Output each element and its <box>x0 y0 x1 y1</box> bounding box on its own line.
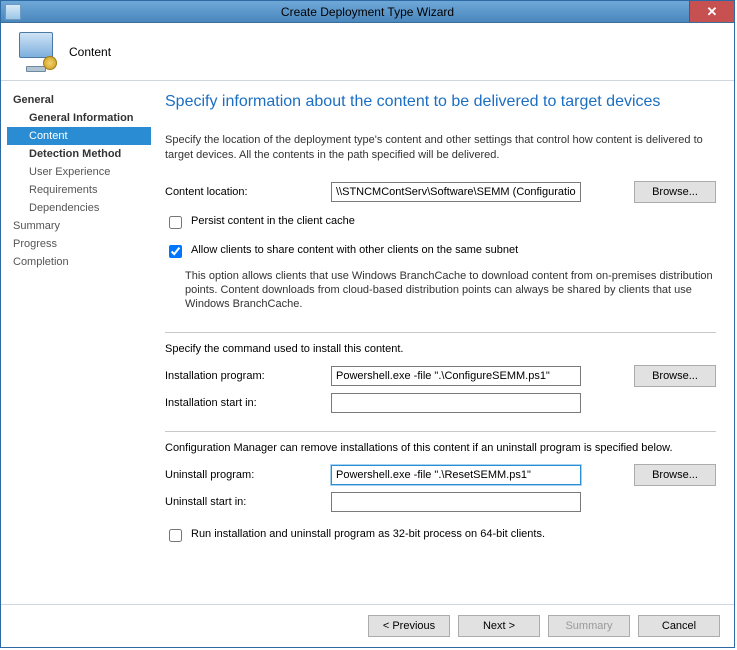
persist-content-checkbox[interactable]: Persist content in the client cache <box>165 215 716 232</box>
uninstall-start-label: Uninstall start in: <box>165 496 325 508</box>
page-heading: Specify information about the content to… <box>165 93 716 111</box>
cancel-button[interactable]: Cancel <box>638 615 720 637</box>
previous-button[interactable]: < Previous <box>368 615 450 637</box>
install-program-input[interactable] <box>331 366 581 386</box>
page-intro: Specify the location of the deployment t… <box>165 133 716 163</box>
install-section-intro: Specify the command used to install this… <box>165 343 716 355</box>
uninstall-start-input[interactable] <box>331 492 581 512</box>
uninstall-program-label: Uninstall program: <box>165 469 325 481</box>
allow-share-input[interactable] <box>169 245 182 258</box>
wizard-sidebar: GeneralGeneral InformationContentDetecti… <box>1 81 151 604</box>
wizard-window: Create Deployment Type Wizard ✕ Content … <box>0 0 735 648</box>
sidebar-item-general[interactable]: General <box>7 91 151 109</box>
sidebar-item-user-experience[interactable]: User Experience <box>7 163 151 181</box>
install-start-input[interactable] <box>331 393 581 413</box>
wizard-header: Content <box>1 23 734 81</box>
allow-share-label: Allow clients to share content with othe… <box>191 244 518 256</box>
allow-share-checkbox[interactable]: Allow clients to share content with othe… <box>165 244 716 261</box>
branchcache-note: This option allows clients that use Wind… <box>185 269 716 312</box>
divider-2 <box>165 431 716 432</box>
sidebar-item-completion[interactable]: Completion <box>7 253 151 271</box>
uninstall-section-intro: Configuration Manager can remove install… <box>165 442 716 454</box>
step-title: Content <box>69 45 111 59</box>
sidebar-item-dependencies[interactable]: Dependencies <box>7 199 151 217</box>
next-button[interactable]: Next > <box>458 615 540 637</box>
browse-uninstall-program-button[interactable]: Browse... <box>634 464 716 486</box>
uninstall-program-input[interactable] <box>331 465 581 485</box>
sidebar-item-summary[interactable]: Summary <box>7 217 151 235</box>
sidebar-item-general-information[interactable]: General Information <box>7 109 151 127</box>
run-32bit-checkbox[interactable]: Run installation and uninstall program a… <box>165 528 716 545</box>
window-title: Create Deployment Type Wizard <box>281 5 454 19</box>
titlebar: Create Deployment Type Wizard ✕ <box>1 1 734 23</box>
sidebar-item-content[interactable]: Content <box>7 127 151 145</box>
close-icon: ✕ <box>707 4 718 20</box>
sidebar-item-progress[interactable]: Progress <box>7 235 151 253</box>
install-start-label: Installation start in: <box>165 397 325 409</box>
wizard-footer: < Previous Next > Summary Cancel <box>1 604 734 647</box>
close-button[interactable]: ✕ <box>689 1 734 22</box>
browse-install-program-button[interactable]: Browse... <box>634 365 716 387</box>
persist-content-label: Persist content in the client cache <box>191 215 355 227</box>
summary-button[interactable]: Summary <box>548 615 630 637</box>
divider-1 <box>165 332 716 333</box>
content-location-label: Content location: <box>165 186 325 198</box>
persist-content-input[interactable] <box>169 216 182 229</box>
content-location-input[interactable] <box>331 182 581 202</box>
sidebar-item-requirements[interactable]: Requirements <box>7 181 151 199</box>
run-32bit-input[interactable] <box>169 529 182 542</box>
run-32bit-label: Run installation and uninstall program a… <box>191 528 545 540</box>
browse-content-location-button[interactable]: Browse... <box>634 181 716 203</box>
wizard-main: Specify information about the content to… <box>151 81 734 604</box>
sidebar-item-detection-method[interactable]: Detection Method <box>7 145 151 163</box>
monitor-icon <box>15 32 57 72</box>
install-program-label: Installation program: <box>165 370 325 382</box>
app-icon <box>5 4 21 20</box>
